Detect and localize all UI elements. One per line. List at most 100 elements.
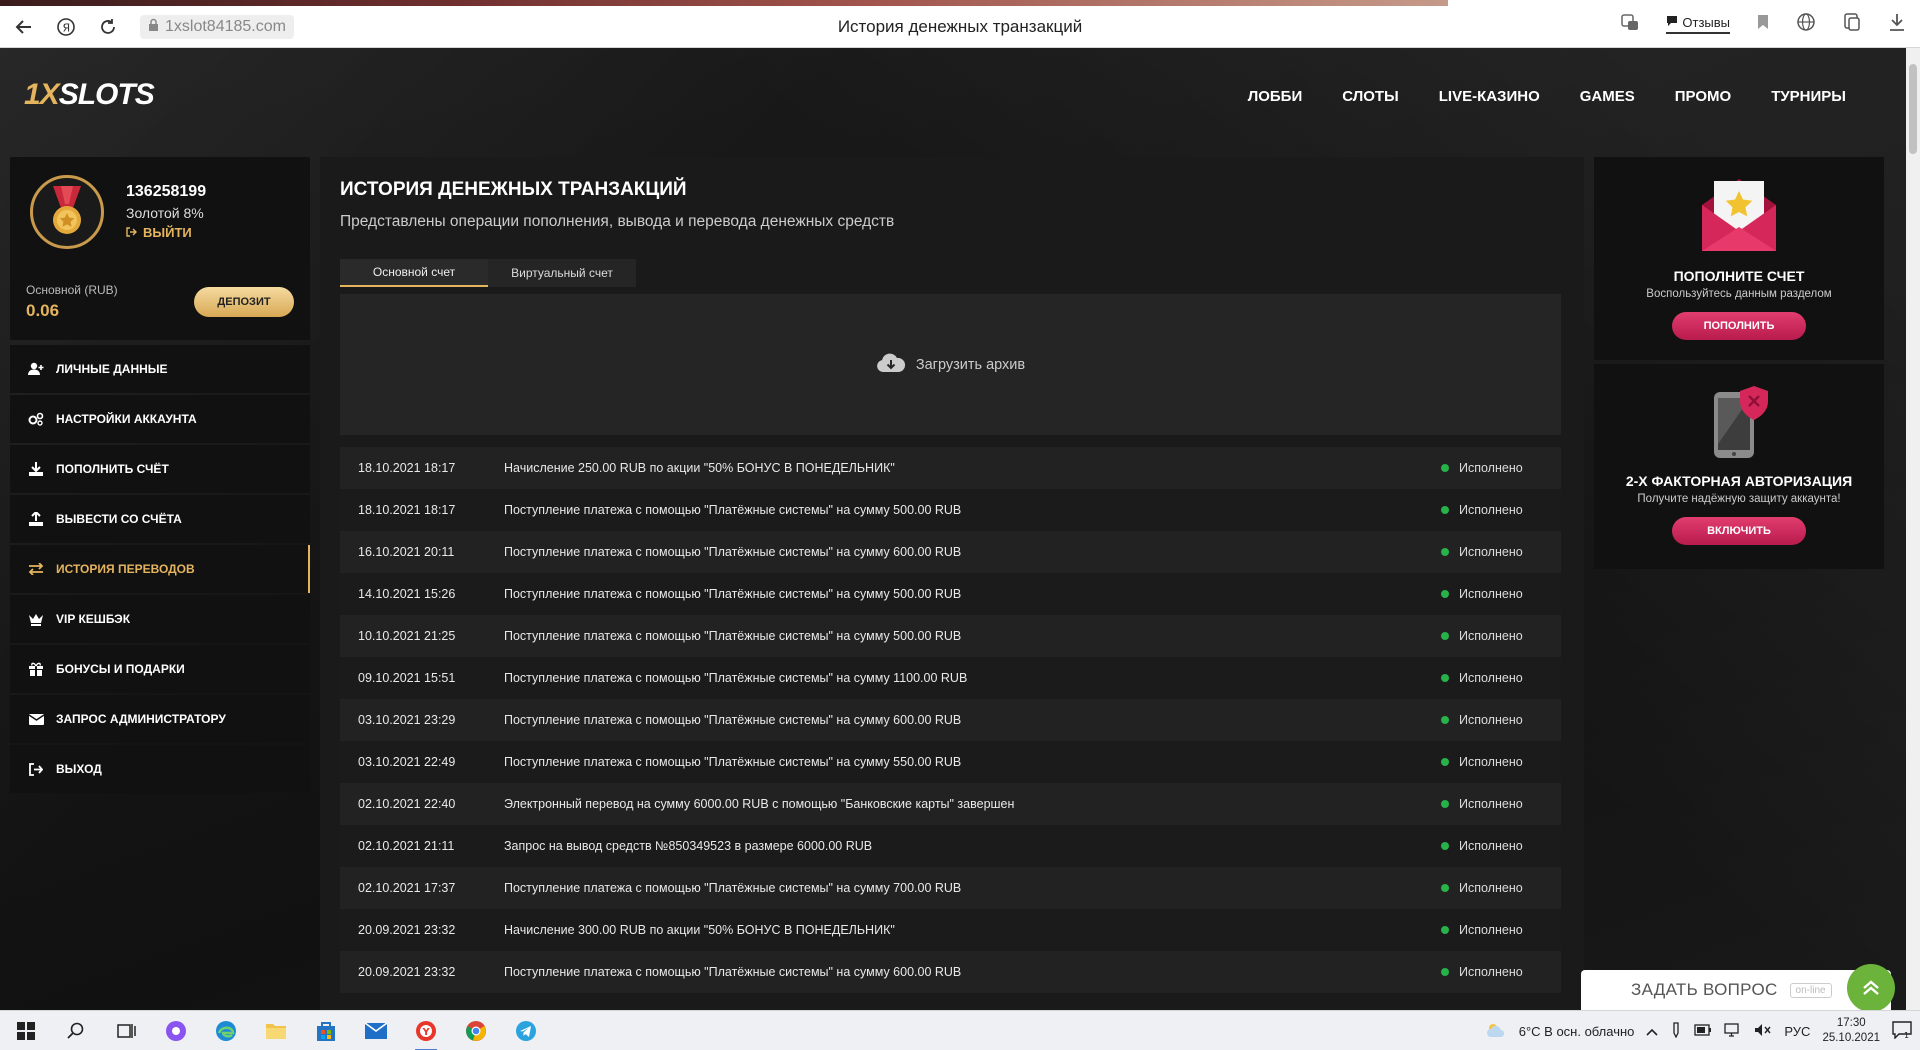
sidebar-item-admin-request[interactable]: ЗАПРОС АДМИНИСТРАТОРУ xyxy=(10,695,310,743)
battery-icon[interactable] xyxy=(1694,1023,1712,1039)
clock[interactable]: 17:30 25.10.2021 xyxy=(1822,1016,1880,1046)
balance-value: 0.06 xyxy=(26,301,60,320)
clock-time: 17:30 xyxy=(1836,1017,1866,1029)
sidebar-item-account-settings[interactable]: НАСТРОЙКИ АККАУНТА xyxy=(10,395,310,443)
sidebar-item-bonuses[interactable]: БОНУСЫ И ПОДАРКИ xyxy=(10,645,310,693)
exchange-icon xyxy=(26,563,46,575)
bookmark-icon[interactable] xyxy=(1756,14,1770,35)
browser-toolbar: Я 1xslot84185.com История денежных транз… xyxy=(0,0,1920,48)
sidebar-item-label: БОНУСЫ И ПОДАРКИ xyxy=(56,662,185,676)
notifications-icon[interactable]: 1 xyxy=(1892,1020,1912,1042)
scrollbar-thumb[interactable] xyxy=(1909,64,1917,154)
deposit-button[interactable]: ДЕПОЗИТ xyxy=(194,287,294,317)
nav-slots[interactable]: СЛОТЫ xyxy=(1342,88,1399,105)
table-row: 18.10.2021 18:17 Начисление 250.00 RUB по… xyxy=(340,447,1561,489)
speech-bubble-icon xyxy=(1666,15,1678,30)
sidebar-item-exit[interactable]: ВЫХОД xyxy=(10,745,310,793)
reload-icon[interactable] xyxy=(94,13,122,41)
tx-status-label: Исполнено xyxy=(1459,713,1523,727)
medal-icon xyxy=(30,175,104,249)
enable-2fa-button[interactable]: ВКЛЮЧИТЬ xyxy=(1672,517,1806,545)
balance-label: Основной (RUB) xyxy=(26,283,118,297)
top-up-button[interactable]: ПОПОЛНИТЬ xyxy=(1672,312,1806,340)
tx-description: Поступление платежа с помощью "Платёжные… xyxy=(504,629,962,643)
status-dot-icon xyxy=(1441,716,1449,724)
user-plus-icon xyxy=(26,362,46,376)
sign-out-icon xyxy=(26,762,46,776)
profile-level: Золотой 8% xyxy=(126,205,204,221)
address-bar[interactable]: 1xslot84185.com xyxy=(140,15,294,39)
tx-status: Исполнено xyxy=(1441,503,1561,517)
yandex-browser-icon[interactable]: Y xyxy=(412,1017,440,1050)
logout-link[interactable]: ВЫЙТИ xyxy=(126,225,192,240)
download-browser-icon[interactable] xyxy=(1888,12,1906,37)
deposit-widget: ПОПОЛНИТЕ СЧЕТ Воспользуйтесь данным раз… xyxy=(1594,157,1884,360)
translate-icon[interactable] xyxy=(1620,12,1640,37)
task-view-icon[interactable] xyxy=(112,1017,140,1045)
tray-pen-icon[interactable] xyxy=(1670,1021,1682,1041)
status-dot-icon xyxy=(1441,968,1449,976)
globe-icon[interactable] xyxy=(1796,12,1816,37)
mail-icon[interactable] xyxy=(362,1017,390,1045)
table-row: 02.10.2021 21:11 Запрос на вывод средств … xyxy=(340,825,1561,867)
sidebar-item-label: ИСТОРИЯ ПЕРЕВОДОВ xyxy=(56,562,195,576)
nav-games[interactable]: GAMES xyxy=(1580,88,1635,105)
tx-status: Исполнено xyxy=(1441,881,1561,895)
url-text: 1xslot84185.com xyxy=(165,18,286,35)
tx-status: Исполнено xyxy=(1441,545,1561,559)
tx-description: Поступление платежа с помощью "Платёжные… xyxy=(504,965,962,979)
status-dot-icon xyxy=(1441,674,1449,682)
tx-date: 03.10.2021 23:29 xyxy=(358,713,456,727)
weather-icon[interactable] xyxy=(1485,1022,1507,1041)
widget-title: 2-Х ФАКТОРНАЯ АВТОРИЗАЦИЯ xyxy=(1625,473,1853,489)
sidebar-item-transfer-history[interactable]: ИСТОРИЯ ПЕРЕВОДОВ xyxy=(10,545,310,593)
back-icon[interactable] xyxy=(10,13,38,41)
status-dot-icon xyxy=(1441,884,1449,892)
sidebar-item-personal-data[interactable]: ЛИЧНЫЕ ДАННЫЕ xyxy=(10,345,310,393)
chrome-icon[interactable] xyxy=(462,1017,490,1045)
logo-main: SLOTS xyxy=(58,78,155,111)
store-icon[interactable] xyxy=(312,1017,340,1045)
edge-browser-icon[interactable] xyxy=(212,1017,240,1045)
nav-tournaments[interactable]: ТУРНИРЫ xyxy=(1771,88,1846,105)
nav-lobby[interactable]: ЛОББИ xyxy=(1248,88,1303,105)
tab-virtual-account[interactable]: Виртуальный счет xyxy=(488,259,636,287)
collections-icon[interactable] xyxy=(1842,12,1862,37)
table-row: 20.09.2021 23:32 Поступление платежа с по… xyxy=(340,951,1561,993)
chevron-up-icon[interactable] xyxy=(1847,964,1895,1010)
tx-status-label: Исполнено xyxy=(1459,503,1523,517)
tx-description: Поступление платежа с помощью "Платёжные… xyxy=(504,587,962,601)
nav-promo[interactable]: ПРОМО xyxy=(1675,88,1731,105)
nav-live-casino[interactable]: LIVE-КАЗИНО xyxy=(1439,88,1540,105)
page-scrollbar[interactable] xyxy=(1906,48,1920,1010)
transactions-table: 18.10.2021 18:17 Начисление 250.00 RUB по… xyxy=(340,447,1561,993)
transactions-panel: ИСТОРИЯ ДЕНЕЖНЫХ ТРАНЗАКЦИЙ Представлены… xyxy=(320,157,1584,1010)
download-icon xyxy=(26,462,46,476)
windows-start-icon[interactable] xyxy=(12,1017,40,1045)
tray-chevron-icon[interactable] xyxy=(1646,1024,1658,1039)
tab-main-account[interactable]: Основной счет xyxy=(340,259,488,287)
alice-assistant-icon[interactable] xyxy=(162,1017,190,1045)
main-nav: ЛОББИ СЛОТЫ LIVE-КАЗИНО GAMES ПРОМО ТУРН… xyxy=(1248,88,1846,105)
network-icon[interactable] xyxy=(1724,1022,1742,1040)
sidebar-item-label: ВЫХОД xyxy=(56,762,102,776)
sidebar-item-deposit[interactable]: ПОПОЛНИТЬ СЧЁТ xyxy=(10,445,310,493)
volume-muted-icon[interactable] xyxy=(1754,1023,1772,1040)
search-icon[interactable] xyxy=(62,1017,90,1045)
reviews-button[interactable]: Отзывы xyxy=(1666,15,1730,34)
download-archive-button[interactable]: Загрузить архив xyxy=(340,294,1561,435)
windows-taskbar: Y 6°C В осн. облачно РУС 17:30 25.10.202… xyxy=(0,1010,1920,1050)
file-explorer-icon[interactable] xyxy=(262,1017,290,1045)
telegram-icon[interactable] xyxy=(512,1017,540,1045)
sidebar-item-withdraw[interactable]: ВЫВЕСТИ СО СЧЁТА xyxy=(10,495,310,543)
ask-question-chat[interactable]: ЗАДАТЬ ВОПРОС on-line xyxy=(1581,964,1895,1010)
language-indicator[interactable]: РУС xyxy=(1784,1024,1810,1039)
crown-icon xyxy=(26,613,46,626)
site-logo[interactable]: 1XSLOTS xyxy=(24,78,155,112)
side-menu: ЛИЧНЫЕ ДАННЫЕ НАСТРОЙКИ АККАУНТА ПОПОЛНИ… xyxy=(10,345,310,795)
weather-text[interactable]: 6°C В осн. облачно xyxy=(1519,1024,1635,1039)
yandex-icon[interactable]: Я xyxy=(52,13,80,41)
table-row: 03.10.2021 22:49 Поступление платежа с по… xyxy=(340,741,1561,783)
page-subtitle: Представлены операции пополнения, вывода… xyxy=(340,213,895,230)
sidebar-item-vip-cashback[interactable]: VIP КЕШБЭК xyxy=(10,595,310,643)
